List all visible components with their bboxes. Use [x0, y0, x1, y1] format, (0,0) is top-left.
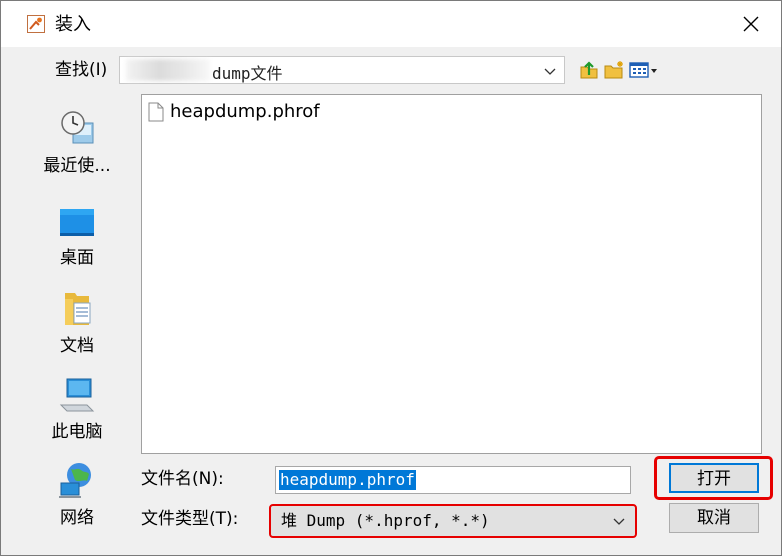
- network-icon: [59, 463, 91, 498]
- computer-icon: [59, 378, 95, 412]
- file-type-label: 文件类型(T):: [141, 509, 239, 529]
- places-sidebar: 最近使... 桌面 文档 此电脑 网络: [23, 97, 131, 533]
- look-in-value: dump文件: [212, 64, 283, 83]
- look-in-label: 查找(I): [55, 60, 108, 80]
- sidebar-item-label: 文档: [60, 336, 94, 356]
- list-view-icon[interactable]: [628, 59, 658, 81]
- file-name: heapdump.phrof: [170, 101, 320, 122]
- open-button[interactable]: 打开: [669, 463, 759, 493]
- sidebar-item-recent[interactable]: 最近使...: [23, 109, 131, 177]
- open-dialog: 装入 查找(I) dump文件 最近使... 桌面 文档 此电脑 网络 heap…: [0, 0, 782, 556]
- sidebar-item-this-pc[interactable]: 此电脑: [23, 375, 131, 443]
- file-list[interactable]: heapdump.phrof: [141, 94, 762, 454]
- file-type-select[interactable]: 堆 Dump (*.hprof, *.*): [269, 504, 637, 538]
- app-icon: [27, 15, 45, 33]
- file-icon: [148, 102, 164, 122]
- sidebar-item-desktop[interactable]: 桌面: [23, 201, 131, 269]
- sidebar-item-label: 桌面: [60, 248, 94, 268]
- recent-items-icon: [61, 111, 94, 144]
- title-bar: 装入: [1, 1, 781, 47]
- look-in-combo[interactable]: dump文件: [119, 56, 565, 84]
- close-icon: [743, 16, 759, 32]
- new-folder-icon[interactable]: [603, 59, 625, 81]
- file-name-input[interactable]: heapdump.phrof: [275, 466, 631, 494]
- chevron-down-icon: [613, 518, 625, 525]
- window-title: 装入: [55, 14, 91, 35]
- sidebar-item-label: 最近使...: [43, 156, 111, 176]
- blurred-path: [126, 59, 210, 81]
- file-name-value: heapdump.phrof: [279, 470, 416, 490]
- list-item[interactable]: heapdump.phrof: [148, 101, 320, 123]
- up-one-level-icon[interactable]: [578, 59, 600, 81]
- documents-folder-icon: [65, 293, 91, 325]
- close-button[interactable]: [721, 1, 781, 47]
- sidebar-item-documents[interactable]: 文档: [23, 289, 131, 357]
- sidebar-item-network[interactable]: 网络: [23, 461, 131, 529]
- chevron-down-icon: [544, 68, 556, 75]
- file-name-label: 文件名(N):: [141, 469, 224, 489]
- sidebar-item-label: 网络: [60, 508, 94, 528]
- sidebar-item-label: 此电脑: [51, 422, 103, 442]
- desktop-icon: [60, 209, 94, 236]
- cancel-button[interactable]: 取消: [669, 503, 759, 533]
- file-type-value: 堆 Dump (*.hprof, *.*): [281, 511, 490, 530]
